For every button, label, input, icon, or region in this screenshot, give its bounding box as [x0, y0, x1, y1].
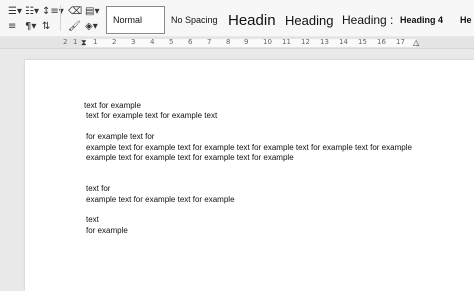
shading-icon[interactable]: ▤▾: [85, 6, 99, 18]
style-label: Heading :: [342, 13, 394, 27]
ruler-number: 8: [226, 38, 231, 46]
style-label: He: [460, 15, 472, 25]
ruler-number: 6: [188, 38, 193, 46]
ruler-number: 14: [339, 38, 348, 46]
style-heading-3[interactable]: Heading :: [336, 6, 394, 34]
style-heading-4[interactable]: Heading 4: [394, 6, 454, 34]
style-heading-2[interactable]: Heading: [279, 6, 336, 34]
doc-line: text: [86, 215, 99, 224]
style-heading-5[interactable]: He: [454, 6, 474, 34]
ruler-number: 15: [358, 38, 367, 46]
ruler-number: 11: [282, 38, 291, 46]
right-indent-marker-icon[interactable]: △: [413, 37, 419, 49]
indent-marker-icon[interactable]: ⧗: [81, 37, 87, 49]
document-page[interactable]: text for example text for example text f…: [25, 60, 474, 291]
ruler-number: 13: [320, 38, 329, 46]
ribbon: ☰▾ ☷▾ ↕≡▾ ≡ ¶▾ ⇅ ⌫ ▤▾ 🖌 ◈▾ Normal No Spa…: [0, 0, 474, 36]
horizontal-ruler[interactable]: 2 1 ⧗ 1 2 3 4 5 6 7 8 9 10 11 12 13 14 1…: [0, 37, 474, 49]
doc-line: for example text for: [86, 132, 155, 141]
style-label: Headin: [228, 11, 276, 29]
doc-line: text for example text for example text: [86, 111, 218, 120]
ruler-number: 3: [131, 38, 136, 46]
style-label: Normal: [113, 15, 143, 25]
style-label: No Spacing: [171, 15, 218, 25]
doc-line: example text for example text for exampl…: [86, 143, 412, 152]
sort-icon[interactable]: ⇅: [42, 21, 50, 33]
ruler-number: 1: [93, 38, 98, 46]
ruler-number: 17: [396, 38, 405, 46]
eraser-icon[interactable]: ⌫: [68, 6, 82, 18]
ruler-number: 10: [263, 38, 272, 46]
ruler-number: 5: [169, 38, 174, 46]
doc-line: text for: [86, 184, 111, 193]
doc-line: for example: [86, 226, 128, 235]
style-heading-1[interactable]: Headin: [222, 6, 279, 34]
format-painter-icon[interactable]: 🖌: [68, 21, 81, 33]
style-normal[interactable]: Normal: [106, 6, 165, 34]
toolbar-separator: [60, 5, 61, 31]
doc-line: example text for example text for exampl…: [86, 153, 294, 162]
ruler-number: 2: [112, 38, 117, 46]
ruler-number: 16: [377, 38, 386, 46]
styles-gallery: Normal No Spacing Headin Heading Heading…: [106, 6, 474, 34]
ruler-number: 9: [244, 38, 249, 46]
ruler-number: 12: [301, 38, 310, 46]
ruler-number: 1: [73, 38, 78, 46]
doc-line: example text for example text for exampl…: [86, 195, 235, 204]
list-bullets-icon[interactable]: ☰▾: [8, 6, 22, 18]
paragraph-mark-icon[interactable]: ¶▾: [25, 21, 36, 33]
style-label: Heading 4: [400, 15, 444, 25]
list-numbers-icon[interactable]: ☷▾: [25, 6, 39, 18]
style-no-spacing[interactable]: No Spacing: [165, 6, 222, 34]
ruler-number: 7: [207, 38, 212, 46]
style-label: Heading: [285, 12, 334, 28]
doc-line: text for example: [84, 101, 141, 110]
ruler-number: 2: [63, 38, 68, 46]
align-justify-icon[interactable]: ≡: [8, 21, 16, 33]
paint-bucket-icon[interactable]: ◈▾: [85, 21, 98, 33]
ruler-number: 4: [150, 38, 155, 46]
